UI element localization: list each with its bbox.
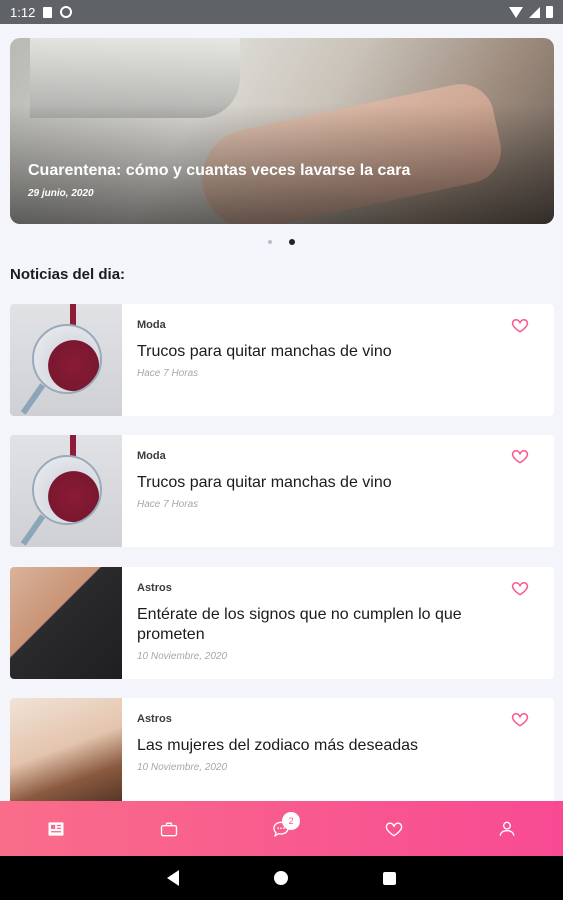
status-bar: 1:12 — [0, 0, 563, 24]
news-time: Hace 7 Horas — [137, 499, 199, 510]
recent-apps-icon[interactable] — [383, 871, 396, 885]
status-time: 1:12 — [10, 4, 36, 20]
heart-icon[interactable] — [511, 710, 529, 728]
news-category: Astros — [137, 713, 172, 725]
news-title: Las mujeres del zodiaco más deseadas — [137, 737, 419, 754]
news-title: Entérate de los signos que no cumplen lo… — [137, 606, 462, 643]
heart-icon[interactable] — [511, 316, 529, 334]
nav-news[interactable] — [0, 801, 113, 856]
nav-chat[interactable]: 2 — [225, 801, 338, 856]
news-time: 10 Noviembre, 2020 — [137, 762, 228, 773]
section-title: Noticias del dia: — [10, 266, 126, 283]
home-icon[interactable] — [274, 871, 288, 885]
news-category: Moda — [137, 319, 166, 331]
nav-profile[interactable] — [450, 801, 563, 856]
heart-icon — [385, 821, 403, 836]
heart-icon[interactable] — [511, 579, 529, 597]
news-card[interactable]: Astros Las mujeres del zodiaco más desea… — [10, 698, 554, 810]
nav-briefcase[interactable] — [113, 801, 226, 856]
system-navigation-bar — [0, 856, 563, 900]
featured-date: 29 junio, 2020 — [28, 188, 94, 199]
news-title: Trucos para quitar manchas de vino — [137, 474, 392, 491]
woman-massage-image — [10, 698, 122, 810]
heart-icon[interactable] — [511, 447, 529, 465]
featured-title: Cuarentena: cómo y cuantas veces lavarse… — [28, 162, 411, 179]
signal-icon — [529, 6, 540, 18]
news-title: Trucos para quitar manchas de vino — [137, 343, 392, 360]
sync-icon — [60, 6, 73, 18]
featured-article-card[interactable]: Cuarentena: cómo y cuantas veces lavarse… — [10, 38, 554, 224]
news-card[interactable]: Moda Trucos para quitar manchas de vino … — [10, 304, 554, 416]
chat-badge: 2 — [282, 812, 301, 830]
news-card[interactable]: Moda Trucos para quitar manchas de vino … — [10, 435, 554, 547]
wifi-icon — [509, 6, 523, 18]
couple-image — [10, 567, 122, 679]
news-category: Astros — [137, 582, 172, 594]
news-time: 10 Noviembre, 2020 — [137, 651, 228, 662]
sd-card-icon — [43, 6, 53, 18]
bottom-navigation: 2 — [0, 801, 563, 856]
carousel-dot-2[interactable] — [289, 239, 295, 245]
wine-glass-image — [10, 304, 122, 416]
carousel-indicator — [0, 239, 563, 245]
briefcase-icon — [160, 822, 178, 836]
battery-icon — [546, 6, 553, 18]
back-icon[interactable] — [167, 870, 179, 886]
news-card[interactable]: Astros Entérate de los signos que no cum… — [10, 567, 554, 679]
wine-glass-image — [10, 435, 122, 547]
nav-favorites[interactable] — [338, 801, 451, 856]
carousel-dot-1[interactable] — [268, 240, 272, 244]
news-time: Hace 7 Horas — [137, 368, 199, 379]
user-icon — [499, 821, 515, 836]
news-icon — [48, 821, 64, 836]
news-category: Moda — [137, 450, 166, 462]
